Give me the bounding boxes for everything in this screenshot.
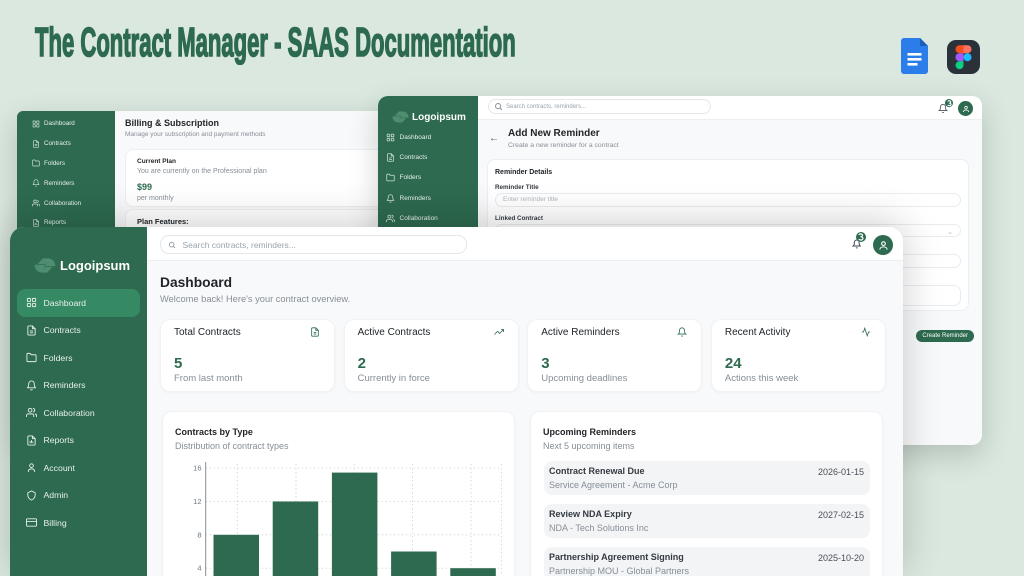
svg-text:12: 12 [193,497,201,506]
svg-text:16: 16 [193,464,201,473]
svg-text:4: 4 [197,564,201,573]
svg-text:8: 8 [197,530,201,539]
